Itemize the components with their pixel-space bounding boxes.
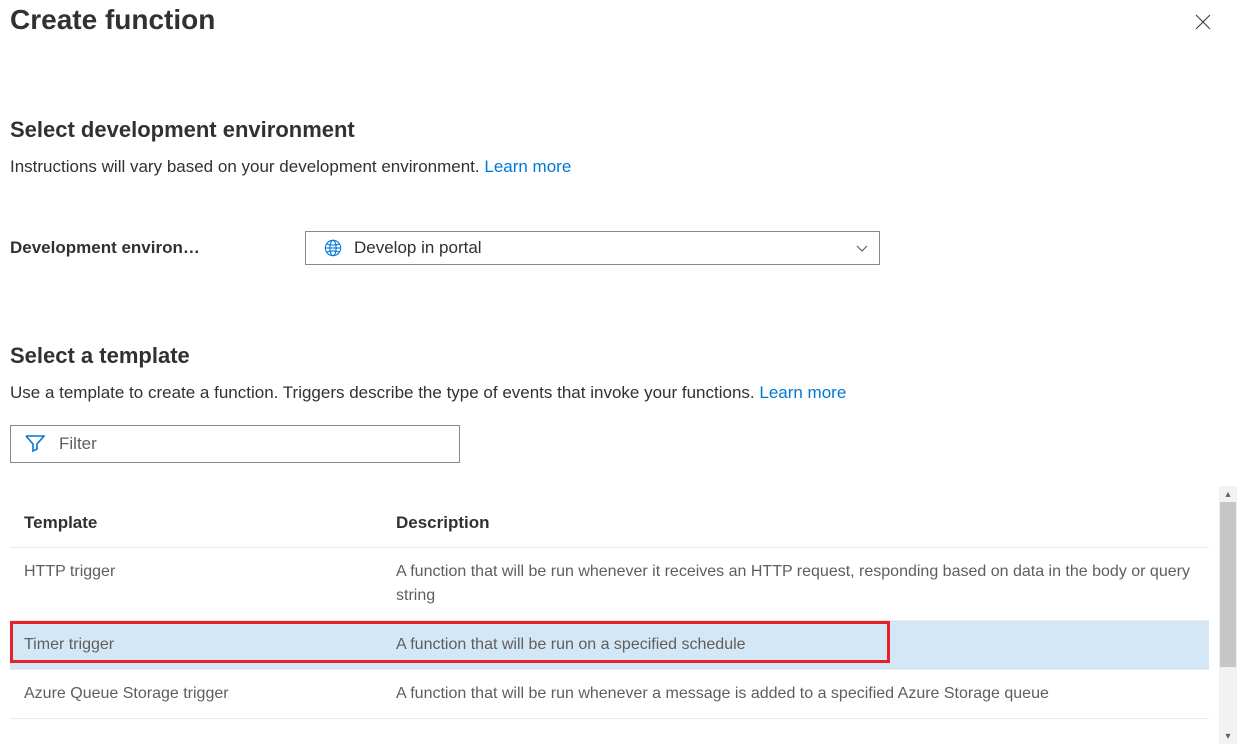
template-description: A function that will be run whenever a m… [382, 669, 1209, 718]
template-section-title: Select a template [10, 343, 1227, 369]
filter-container[interactable] [10, 425, 460, 463]
table-row[interactable]: Timer trigger A function that will be ru… [10, 620, 1209, 669]
templates-table: Template Description HTTP trigger A func… [10, 493, 1209, 719]
close-button[interactable] [1187, 6, 1219, 43]
env-learn-more-link[interactable]: Learn more [484, 157, 571, 176]
chevron-down-icon [855, 241, 869, 255]
template-learn-more-link[interactable]: Learn more [759, 383, 846, 402]
column-header-template[interactable]: Template [10, 493, 382, 548]
scrollbar-arrow-up[interactable]: ▴ [1219, 486, 1237, 502]
dropdown-value: Develop in portal [354, 238, 482, 258]
close-icon [1195, 14, 1211, 30]
filter-input[interactable] [59, 434, 451, 454]
env-instructions-text: Instructions will vary based on your dev… [10, 157, 484, 176]
template-name: HTTP trigger [10, 547, 382, 620]
column-header-description[interactable]: Description [382, 493, 1209, 548]
filter-icon [25, 435, 45, 453]
scrollbar-thumb[interactable] [1220, 502, 1236, 667]
template-description: A function that will be run on a specifi… [382, 620, 1209, 669]
template-instructions-text: Use a template to create a function. Tri… [10, 383, 759, 402]
dev-environment-dropdown[interactable]: Develop in portal [305, 231, 880, 265]
env-section-subtitle: Instructions will vary based on your dev… [10, 155, 1227, 179]
env-section-title: Select development environment [10, 117, 1227, 143]
template-description: A function that will be run whenever it … [382, 547, 1209, 620]
table-row[interactable]: HTTP trigger A function that will be run… [10, 547, 1209, 620]
dev-environment-label: Development environ… [10, 238, 305, 258]
template-name: Timer trigger [10, 620, 382, 669]
template-section-subtitle: Use a template to create a function. Tri… [10, 381, 1227, 405]
scrollbar-arrow-down[interactable]: ▾ [1219, 728, 1237, 744]
table-row[interactable]: Azure Queue Storage trigger A function t… [10, 669, 1209, 718]
template-name: Azure Queue Storage trigger [10, 669, 382, 718]
page-title: Create function [10, 4, 215, 36]
globe-icon [324, 239, 342, 257]
